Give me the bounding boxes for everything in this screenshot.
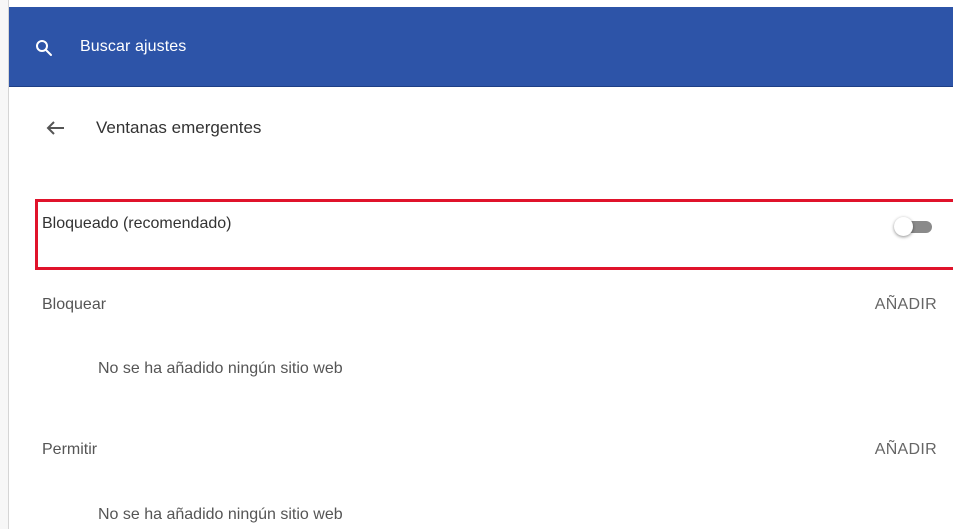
toggle-knob bbox=[894, 217, 913, 236]
allow-section-label: Permitir bbox=[42, 441, 98, 458]
blocked-setting-label: Bloqueado (recomendado) bbox=[42, 215, 232, 232]
window-left-edge bbox=[0, 0, 9, 529]
search-icon[interactable] bbox=[35, 39, 53, 57]
add-allow-button[interactable]: AÑADIR bbox=[875, 441, 937, 459]
allow-empty-text: No se ha añadido ningún sitio web bbox=[98, 506, 343, 523]
block-empty-text: No se ha añadido ningún sitio web bbox=[98, 360, 343, 377]
search-bar[interactable]: Buscar ajustes bbox=[9, 7, 953, 87]
block-section-label: Bloquear bbox=[42, 296, 107, 313]
blocked-toggle[interactable] bbox=[893, 216, 937, 236]
settings-header-bar: Buscar ajustes bbox=[9, 7, 953, 87]
blocked-setting-highlight bbox=[35, 199, 953, 270]
back-arrow-icon[interactable] bbox=[45, 120, 67, 136]
search-input[interactable]: Buscar ajustes bbox=[80, 38, 186, 56]
settings-content-card bbox=[10, 87, 953, 529]
add-block-button[interactable]: AÑADIR bbox=[875, 296, 937, 314]
page-title: Ventanas emergentes bbox=[96, 118, 262, 137]
